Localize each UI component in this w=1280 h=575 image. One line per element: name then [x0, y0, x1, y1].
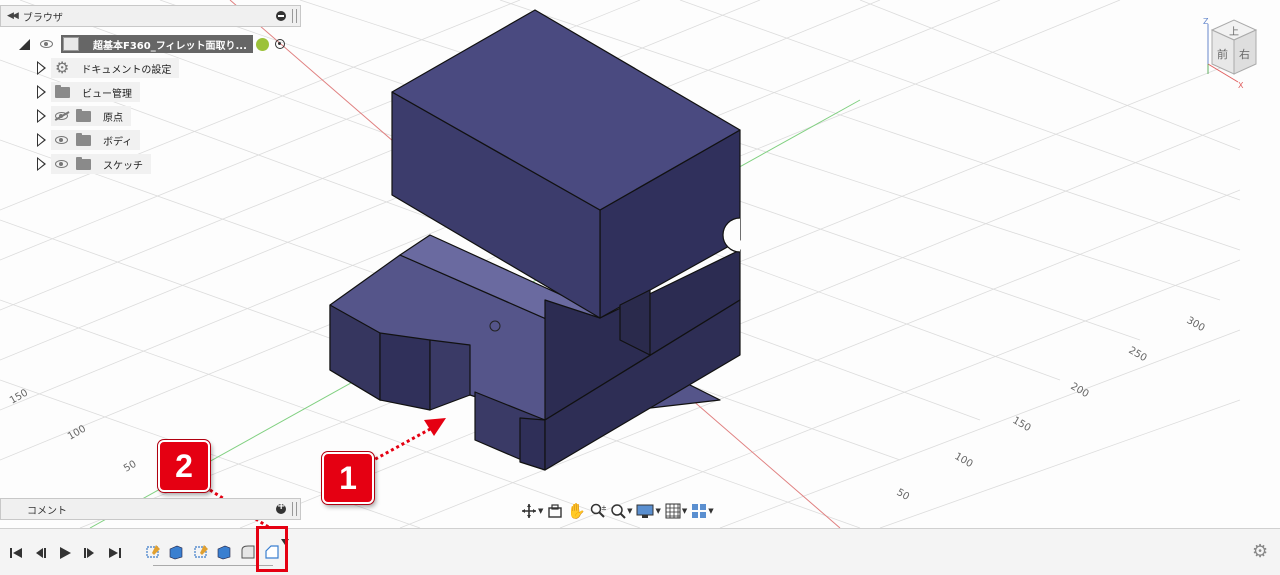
comments-title: コメント	[27, 505, 67, 517]
browser-title: ブラウザ	[22, 12, 63, 24]
eye-icon[interactable]	[55, 160, 68, 168]
folder-icon	[55, 84, 70, 98]
browser-item-label: スケッチ	[103, 160, 143, 172]
highlight-box	[256, 526, 288, 572]
document-row[interactable]: 超基本F360_フィレット面取り...	[0, 33, 285, 55]
zoom-button[interactable]: ±	[590, 501, 606, 521]
component-icon	[63, 37, 79, 51]
look-at-icon	[548, 504, 563, 518]
zoom-fit-icon	[611, 504, 626, 519]
monitor-icon	[636, 504, 654, 518]
browser-item-label: ビュー管理	[82, 88, 132, 100]
folder-icon	[76, 108, 91, 122]
orbit-icon	[522, 504, 536, 518]
navigation-toolbar: ▼ ✋ ± ▼ ▼ ▼ ▼	[521, 498, 759, 524]
view-cube-right[interactable]: 右	[1239, 47, 1250, 61]
view-cube[interactable]: Z X 上 前 右	[1198, 14, 1262, 94]
zoom-icon: ±	[590, 503, 606, 518]
step-forward-icon[interactable]	[83, 546, 97, 560]
grid-label: 50	[122, 459, 139, 475]
svg-text:±: ±	[601, 504, 606, 512]
gear-icon: ⚙	[55, 58, 70, 77]
browser-item-document-settings[interactable]: ⚙ ドキュメントの設定	[0, 57, 180, 79]
minimize-icon[interactable]	[276, 11, 286, 21]
extrude-feature-icon[interactable]	[168, 544, 184, 560]
folder-icon	[76, 156, 91, 170]
grid-label: 150	[1011, 415, 1033, 434]
activate-radio-icon[interactable]	[274, 39, 285, 49]
grid-label: 300	[1185, 315, 1207, 334]
eye-icon[interactable]	[55, 136, 68, 144]
expand-triangle-icon[interactable]	[37, 157, 47, 171]
play-icon[interactable]	[58, 546, 72, 560]
add-comment-icon[interactable]	[276, 501, 286, 514]
expand-triangle-icon[interactable]	[37, 109, 47, 123]
display-settings-button[interactable]: ▼	[636, 501, 661, 521]
document-name: 超基本F360_フィレット面取り...	[93, 40, 247, 52]
grid-label: 100	[953, 451, 975, 470]
annotation-arrow-1	[369, 418, 446, 464]
sketch-feature-icon[interactable]	[145, 544, 161, 560]
grid-label: 150	[8, 388, 30, 407]
orbit-button[interactable]: ▼	[521, 501, 543, 521]
sketch-feature-icon[interactable]	[193, 544, 209, 560]
expand-triangle-icon[interactable]	[37, 85, 47, 99]
step-back-icon[interactable]	[33, 546, 47, 560]
grid-label: 50	[895, 487, 912, 503]
expanded-triangle-icon[interactable]	[19, 38, 30, 50]
view-cube-top[interactable]: 上	[1229, 26, 1239, 38]
grid-label: 100	[66, 424, 88, 443]
fit-button[interactable]: ▼	[610, 501, 632, 521]
viewports-icon	[692, 504, 707, 518]
expand-triangle-icon[interactable]	[37, 61, 47, 75]
grid-settings-button[interactable]: ▼	[665, 501, 687, 521]
collapse-icon[interactable]: ◀◀	[7, 11, 19, 21]
resize-grip-icon[interactable]	[292, 502, 297, 516]
resize-grip-icon[interactable]	[292, 9, 297, 23]
pan-button[interactable]: ✋	[567, 501, 586, 521]
view-cube-front[interactable]: 前	[1217, 47, 1228, 61]
browser-item-label: 原点	[103, 112, 123, 124]
browser-item-label: ボディ	[103, 136, 133, 148]
browser-panel-header[interactable]: ◀◀ ブラウザ	[0, 5, 301, 27]
document-name-box[interactable]: 超基本F360_フィレット面取り...	[61, 35, 253, 53]
timeline-bar: ⚙	[0, 528, 1280, 575]
browser-item-sketches[interactable]: スケッチ	[0, 153, 151, 175]
extrude-feature-icon[interactable]	[216, 544, 232, 560]
view-cube-axis-z: Z	[1203, 17, 1209, 26]
browser-item-origin[interactable]: 原点	[0, 105, 131, 127]
grid-label: 250	[1127, 345, 1149, 364]
folder-icon	[76, 132, 91, 146]
timeline-track	[153, 565, 273, 566]
comments-panel-header[interactable]: コメント	[0, 498, 301, 520]
eye-hidden-icon[interactable]	[55, 112, 68, 120]
sync-status-icon[interactable]	[255, 37, 269, 51]
timeline-settings-gear-icon[interactable]: ⚙	[1252, 541, 1268, 562]
browser-item-view-management[interactable]: ビュー管理	[0, 81, 140, 103]
look-at-button[interactable]	[547, 501, 563, 521]
viewports-button[interactable]: ▼	[691, 501, 714, 521]
expand-triangle-icon[interactable]	[37, 133, 47, 147]
go-to-start-icon[interactable]	[9, 546, 23, 560]
hand-icon: ✋	[567, 502, 587, 520]
browser-item-label: ドキュメントの設定	[81, 64, 172, 76]
go-to-end-icon[interactable]	[108, 546, 122, 560]
step-badge-2: 2	[158, 440, 210, 492]
grid-label: 200	[1069, 381, 1091, 400]
step-badge-1: 1	[322, 452, 374, 504]
view-cube-axis-x: X	[1238, 81, 1244, 90]
solid-body[interactable]	[329, 9, 741, 471]
eye-icon[interactable]	[40, 40, 53, 48]
fillet-feature-icon[interactable]	[240, 544, 256, 560]
browser-item-bodies[interactable]: ボディ	[0, 129, 141, 151]
grid-icon	[665, 503, 681, 519]
